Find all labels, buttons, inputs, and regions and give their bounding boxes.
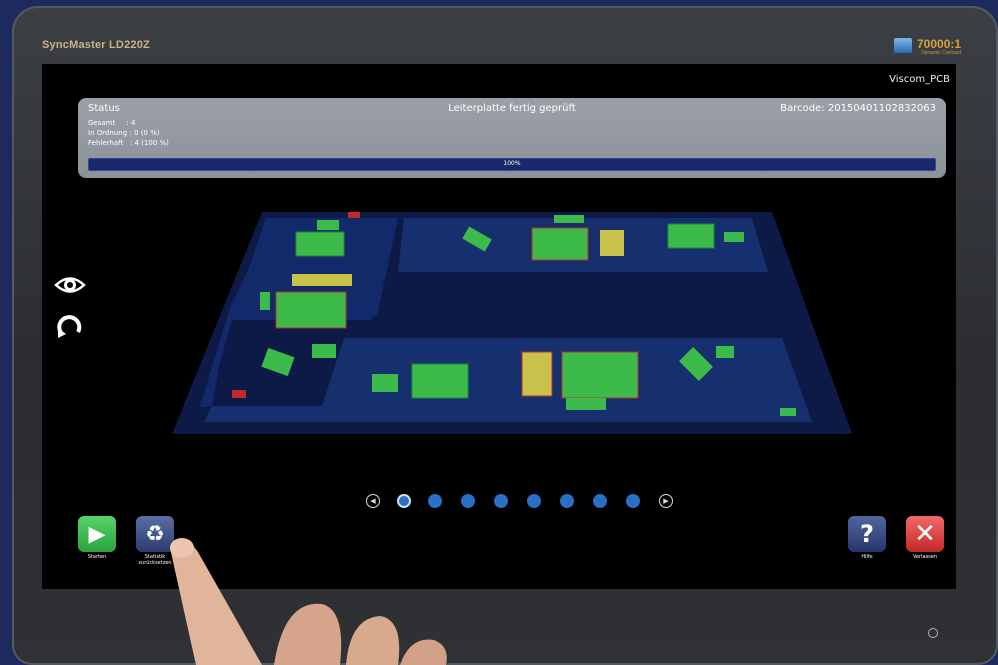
stat-row-faulty: Fehlerhaft : 4 (100 %)	[88, 138, 169, 148]
pager-dot[interactable]	[399, 496, 409, 506]
progress-text: 100%	[503, 160, 521, 167]
chevron-right-icon[interactable]: ▶	[659, 494, 673, 508]
stat-label: Fehlerhaft	[88, 139, 124, 147]
stat-value: 4	[130, 119, 136, 127]
question-icon: ?	[848, 516, 886, 552]
close-icon: ✕	[906, 516, 944, 552]
rotate-icon[interactable]	[54, 312, 86, 340]
help-label: Hilfe	[861, 554, 873, 560]
app-screen: Viscom_PCB Status Leiterplatte fertig ge…	[42, 64, 956, 589]
stat-sep: :	[126, 119, 129, 127]
stat-sep: :	[129, 129, 132, 137]
pager-dots	[399, 494, 640, 508]
contrast-badge: 70000:1 Dynamic Contrast	[917, 37, 961, 56]
reset-statistics-button[interactable]: ♻ Statistik zurücksetzen	[136, 516, 174, 566]
stat-row-total: Gesamt : 4	[88, 118, 169, 128]
power-icon[interactable]	[928, 628, 938, 638]
play-icon: ▶	[78, 516, 116, 552]
pcb-3d-view[interactable]	[172, 212, 852, 442]
monitor-badge-icon	[894, 38, 912, 53]
exit-label: Verlassen	[912, 554, 938, 560]
pager-dot[interactable]	[527, 494, 541, 508]
recycle-icon: ♻	[136, 516, 174, 552]
chevron-left-icon[interactable]: ◀	[366, 494, 380, 508]
progress-bar: 100%	[88, 158, 936, 171]
exit-button[interactable]: ✕ Verlassen	[906, 516, 944, 564]
help-button[interactable]: ? Hilfe	[848, 516, 886, 564]
pager-dot[interactable]	[593, 494, 607, 508]
barcode-label: Barcode: 20150401102832063	[780, 103, 936, 114]
stats-list: Gesamt : 4 In Ordnung : 0 (0 %) Fehlerha…	[88, 118, 169, 148]
stat-row-ok: In Ordnung : 0 (0 %)	[88, 128, 169, 138]
eye-icon[interactable]	[54, 272, 86, 300]
pager: ◀ ▶	[366, 492, 673, 510]
pager-dot[interactable]	[494, 494, 508, 508]
contrast-sub: Dynamic Contrast	[921, 50, 962, 56]
pager-dot[interactable]	[560, 494, 574, 508]
pager-dot[interactable]	[626, 494, 640, 508]
stat-label: In Ordnung	[88, 129, 128, 137]
pager-dot[interactable]	[428, 494, 442, 508]
stat-sep: :	[129, 139, 133, 147]
start-label: Starten	[87, 554, 107, 560]
start-button[interactable]: ▶ Starten	[78, 516, 116, 564]
stat-value: 4 (100 %)	[134, 139, 169, 147]
pager-dot[interactable]	[461, 494, 475, 508]
status-panel: Status Leiterplatte fertig geprüft Barco…	[78, 98, 946, 178]
stat-value: 0 (0 %)	[134, 129, 160, 137]
contrast-label: 70000:1	[917, 37, 962, 51]
reset-label: Statistik zurücksetzen	[138, 554, 172, 566]
stat-label: Gesamt	[88, 119, 116, 127]
monitor-brand: SyncMaster LD220Z	[42, 39, 150, 51]
app-name: Viscom_PCB	[889, 74, 950, 85]
